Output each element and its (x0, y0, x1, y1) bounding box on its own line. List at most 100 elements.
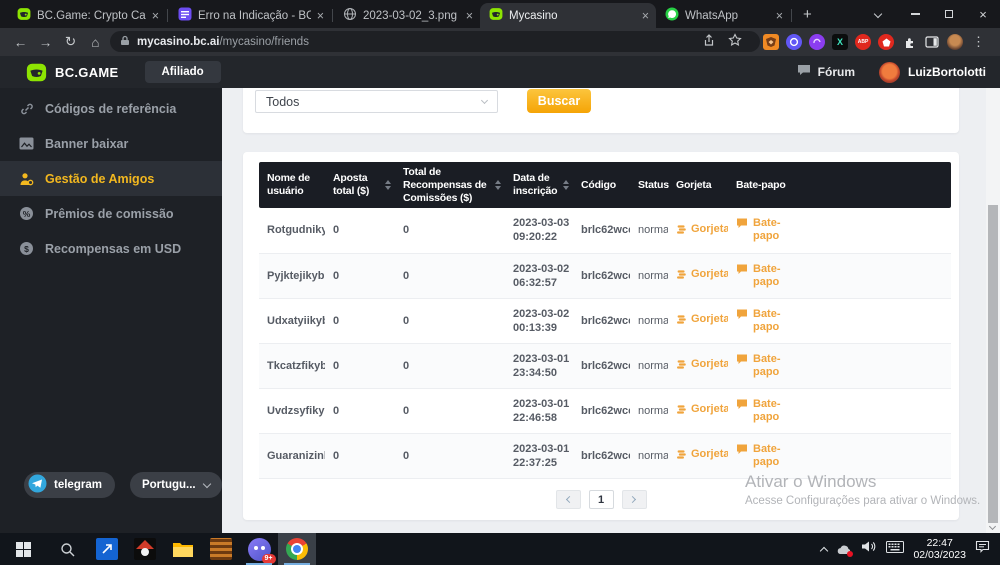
page-scrollbar[interactable] (986, 88, 1000, 533)
adblock-extension-icon[interactable]: ABP (855, 34, 871, 50)
forum-link[interactable]: Fórum (797, 63, 855, 81)
coins-icon (676, 269, 687, 280)
browser-tab-strip: BC.Game: Crypto Casino Gam × Erro na Ind… (0, 0, 1000, 28)
browser-menu-icon[interactable]: ⋮ (972, 34, 985, 50)
cell-commission: 0 (395, 253, 505, 298)
taskbar-app-game[interactable] (126, 533, 164, 565)
cell-chat: Bate-papo (728, 253, 951, 298)
tab-bcgame-casino[interactable]: BC.Game: Crypto Casino Gam × (8, 3, 166, 28)
tab-close-icon[interactable]: × (317, 9, 324, 23)
header-right: Fórum LuizBortolotti (797, 62, 986, 83)
sidebar-item-friends-management[interactable]: Gestão de Amigos (0, 161, 222, 196)
cell-chat: Bate-papo (728, 343, 951, 388)
x-extension-icon[interactable]: X (832, 34, 848, 50)
tab-close-icon[interactable]: × (152, 9, 159, 23)
chat-button[interactable]: Bate-papo (736, 217, 787, 243)
taskbar-search-button[interactable] (46, 533, 88, 565)
purple-extension-icon[interactable] (809, 34, 825, 50)
maximize-button[interactable] (932, 0, 966, 28)
start-button[interactable] (0, 533, 46, 565)
tip-button[interactable]: Gorjeta (676, 223, 728, 235)
new-tab-button[interactable]: + (803, 6, 812, 23)
chat-button[interactable]: Bate-papo (736, 353, 787, 379)
window-controls: × (898, 0, 1000, 28)
close-window-button[interactable]: × (966, 0, 1000, 28)
sidebar-item-referral-codes[interactable]: Códigos de referência (0, 91, 222, 126)
next-page-button[interactable] (622, 490, 647, 509)
taskbar-app-messenger[interactable]: 9+ (240, 533, 278, 565)
tip-button[interactable]: Gorjeta (676, 313, 728, 325)
chat-button[interactable]: Bate-papo (736, 398, 787, 424)
taskbar-app-orange[interactable] (202, 533, 240, 565)
sidebar-footer: telegram Portugu... (24, 472, 222, 498)
tab-search-button[interactable] (862, 0, 894, 28)
tab-close-icon[interactable]: × (642, 9, 649, 23)
sort-icons[interactable] (385, 180, 391, 190)
tab-title: Mycasino (509, 10, 636, 22)
prev-page-button[interactable] (556, 490, 581, 509)
chat-button[interactable]: Bate-papo (736, 308, 787, 334)
tab-close-icon[interactable]: × (466, 9, 473, 23)
tab-close-icon[interactable]: × (776, 9, 783, 23)
sidebar-item-usd-rewards[interactable]: $ Recompensas em USD (0, 231, 222, 266)
taskbar-clock[interactable]: 22:47 02/03/2023 (913, 537, 966, 562)
column-header-date[interactable]: Data de inscrição (505, 162, 573, 208)
action-center-icon[interactable] (975, 540, 990, 558)
tip-button[interactable]: Gorjeta (676, 448, 728, 460)
home-button[interactable]: ⌂ (83, 35, 108, 50)
language-selector[interactable]: Portugu... (130, 472, 222, 498)
table-row: Udxatyiikyb 0 0 2023-03-0200:13:39 brlc6… (259, 298, 951, 343)
volume-icon[interactable] (861, 540, 877, 558)
address-bar[interactable]: mycasino.bc.ai/mycasino/friends (110, 31, 760, 52)
side-panel-icon[interactable] (924, 34, 940, 50)
current-page-button[interactable]: 1 (589, 490, 614, 509)
blocker-extension-icon[interactable] (878, 34, 894, 50)
scrollbar-thumb[interactable] (988, 205, 998, 523)
browser-profile-avatar[interactable] (947, 34, 963, 50)
column-header-bet[interactable]: Aposta total ($) (325, 162, 395, 208)
tip-button[interactable]: Gorjeta (676, 403, 728, 415)
column-header-commission[interactable]: Total de Recompensas de Comissões ($) (395, 162, 505, 208)
affiliate-nav-button[interactable]: Afiliado (145, 61, 221, 83)
tray-expand-icon[interactable] (820, 546, 828, 554)
sidebar-item-banner-download[interactable]: Banner baixar (0, 126, 222, 161)
tab-whatsapp[interactable]: WhatsApp × (656, 3, 790, 28)
metamask-extension-icon[interactable] (763, 34, 779, 50)
tab-erro-indicacao[interactable]: Erro na Indicação - BC.Game × (169, 3, 331, 28)
sort-icons[interactable] (563, 180, 569, 190)
sort-icons[interactable] (495, 180, 501, 190)
chat-button[interactable]: Bate-papo (736, 443, 787, 469)
back-button[interactable]: ← (8, 35, 33, 50)
sidebar-item-commission-rewards[interactable]: % Prêmios de comissão (0, 196, 222, 231)
cell-username: Uvdzsyfikyb (259, 388, 325, 433)
network-status-icon[interactable] (836, 543, 852, 556)
tip-button[interactable]: Gorjeta (676, 268, 728, 280)
forward-button[interactable]: → (33, 35, 58, 50)
keyboard-icon[interactable] (886, 540, 904, 558)
wallet-extension-icon[interactable] (786, 34, 802, 50)
tab-png-image[interactable]: 2023-03-02_3.png (1024×76 × (334, 3, 480, 28)
scrollbar-down-arrow[interactable] (989, 523, 996, 530)
cell-bet: 0 (325, 343, 395, 388)
taskbar-chrome[interactable] (278, 533, 316, 565)
taskbar-app-remote[interactable] (88, 533, 126, 565)
bcgame-logo[interactable]: BC.GAME (26, 62, 119, 83)
user-avatar[interactable] (879, 62, 900, 83)
refresh-button[interactable]: ↻ (58, 34, 83, 50)
chat-button[interactable]: Bate-papo (736, 263, 787, 289)
taskbar-file-explorer[interactable] (164, 533, 202, 565)
chat-bubble-icon (736, 308, 748, 320)
tab-mycasino-active[interactable]: Mycasino × (480, 3, 656, 28)
telegram-button[interactable]: telegram (24, 472, 115, 498)
username-label[interactable]: LuizBortolotti (908, 65, 986, 79)
tip-button[interactable]: Gorjeta (676, 358, 728, 370)
search-button[interactable]: Buscar (527, 89, 591, 113)
puzzle-extensions-icon[interactable] (901, 34, 917, 50)
friend-type-select[interactable]: Todos (255, 90, 498, 113)
select-value: Todos (266, 95, 299, 109)
bookmark-star-icon[interactable] (728, 33, 742, 52)
share-icon[interactable] (702, 33, 716, 52)
sidebar-item-label: Banner baixar (45, 137, 128, 151)
chevron-down-icon (481, 97, 488, 104)
minimize-button[interactable] (898, 0, 932, 28)
